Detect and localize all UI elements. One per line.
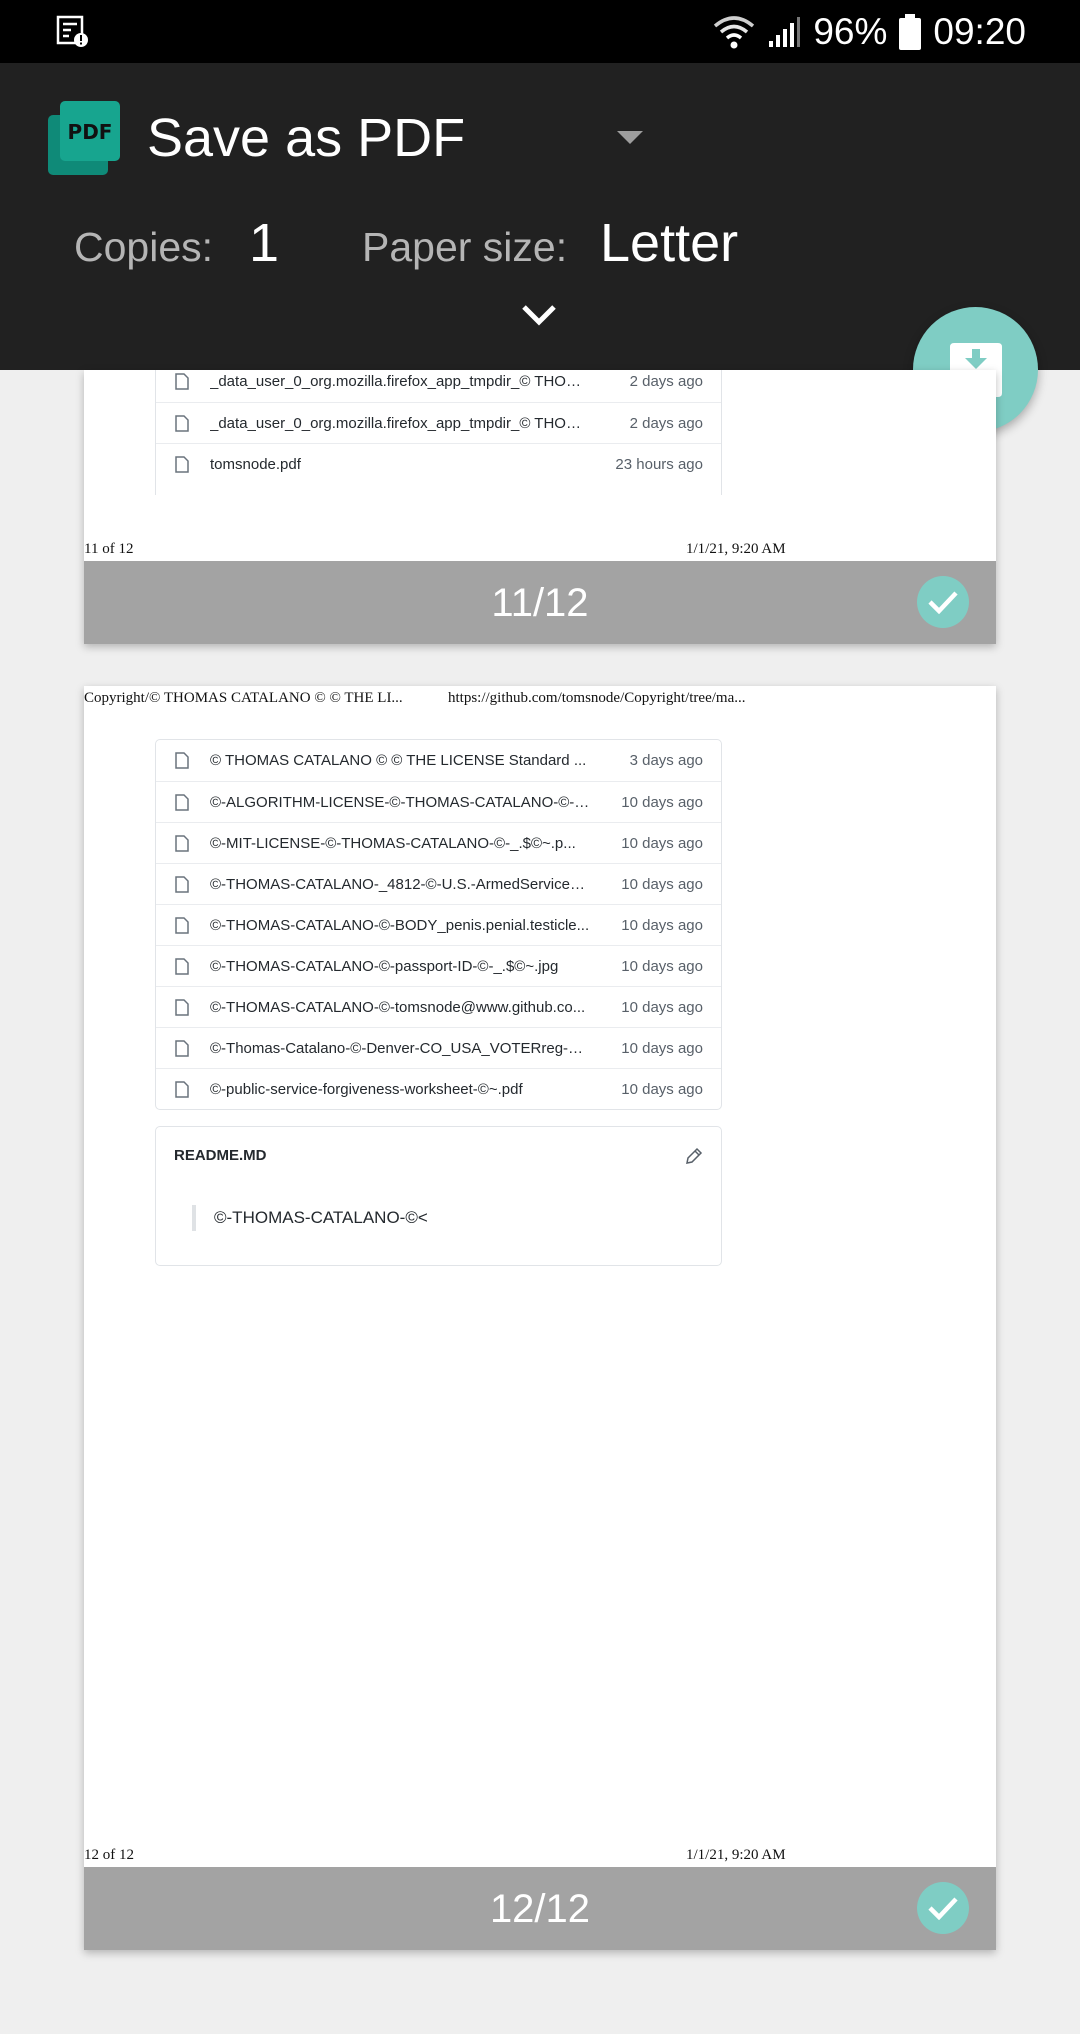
readme-quote: ©-THOMAS-CATALANO-©< <box>192 1205 428 1231</box>
table-row: ©-THOMAS-CATALANO-©-tomsnode@www.github.… <box>156 986 721 1027</box>
file-date: 3 days ago <box>629 752 703 769</box>
file-date: 2 days ago <box>629 415 703 432</box>
file-name: ©-public-service-forgiveness-worksheet-©… <box>210 1081 523 1098</box>
file-name: ©-THOMAS-CATALANO-©-tomsnode@www.github.… <box>210 999 586 1016</box>
file-icon <box>175 794 189 811</box>
svg-text:PDF: PDF <box>68 120 113 144</box>
file-icon <box>175 999 189 1016</box>
file-table: _data_user_0_org.mozilla.firefox_app_tmp… <box>155 370 722 495</box>
notification-alert-icon <box>56 15 88 47</box>
file-name: ©-ALGORITHM-LICENSE-©-THOMAS-CATALANO-©-… <box>210 794 590 811</box>
file-name: ©-MIT-LICENSE-©-THOMAS-CATALANO-©-_.$©~.… <box>210 835 576 852</box>
file-name: ©-Thomas-Catalano-©-Denver-CO_USA_VOTERr… <box>210 1040 590 1057</box>
table-row: ©-THOMAS-CATALANO-©-BODY_penis.penial.te… <box>156 904 721 945</box>
page-selected-checkbox[interactable] <box>917 576 969 628</box>
paper-size-value[interactable]: Letter <box>600 212 738 274</box>
file-table: © THOMAS CATALANO © © THE LICENSE Standa… <box>155 739 722 1110</box>
page-selected-checkbox[interactable] <box>917 1882 969 1934</box>
chevron-down-icon[interactable] <box>520 303 558 327</box>
print-options-header: PDF Save as PDF Copies: 1 Paper size: Le… <box>0 63 1080 370</box>
readme-box: README.MD ©-THOMAS-CATALANO-©< <box>155 1126 722 1266</box>
file-icon <box>175 958 189 975</box>
file-icon <box>175 415 189 432</box>
page-preview-11[interactable]: _data_user_0_org.mozilla.firefox_app_tmp… <box>84 370 996 644</box>
file-icon <box>175 752 189 769</box>
table-row: ©-public-service-forgiveness-worksheet-©… <box>156 1068 721 1109</box>
paper-size-label: Paper size: <box>362 224 568 270</box>
file-icon <box>175 876 189 893</box>
battery-icon <box>899 14 922 50</box>
readme-title: README.MD <box>174 1147 267 1164</box>
page-number: 12/12 <box>489 1887 591 1931</box>
file-date: 10 days ago <box>621 999 703 1016</box>
page-footer-date: 1/1/21, 9:20 AM <box>686 541 786 557</box>
file-icon <box>175 456 189 473</box>
page-number: 11/12 <box>491 581 589 625</box>
page-header-title: Copyright/© THOMAS CATALANO © © THE LI..… <box>84 690 403 706</box>
check-icon <box>928 1897 958 1920</box>
table-row: _data_user_0_org.mozilla.firefox_app_tmp… <box>156 402 721 443</box>
file-date: 10 days ago <box>621 1081 703 1098</box>
status-bar: 96% 09:20 <box>0 0 1080 63</box>
check-icon <box>928 591 958 614</box>
file-icon <box>175 1081 189 1098</box>
printer-name[interactable]: Save as PDF <box>147 107 465 169</box>
file-icon <box>175 1040 189 1057</box>
copies-label: Copies: <box>74 224 214 270</box>
wifi-icon <box>714 16 755 49</box>
file-name: ©-THOMAS-CATALANO-©-passport-ID-©-_.$©~.… <box>210 958 559 975</box>
table-row: © THOMAS CATALANO © © THE LICENSE Standa… <box>156 740 721 781</box>
table-row: _data_user_0_org.mozilla.firefox_app_tmp… <box>156 370 721 402</box>
file-date: 23 hours ago <box>615 456 703 473</box>
file-name: _data_user_0_org.mozilla.firefox_app_tmp… <box>210 373 590 390</box>
page-number-bar: 12/12 <box>84 1867 996 1950</box>
page-footer-count: 11 of 12 <box>84 541 134 557</box>
printer-dropdown-icon[interactable] <box>617 131 643 144</box>
page-footer-count: 12 of 12 <box>84 1847 134 1863</box>
file-icon <box>175 917 189 934</box>
file-name: ©-THOMAS-CATALANO-©-BODY_penis.penial.te… <box>210 917 590 934</box>
file-date: 10 days ago <box>621 876 703 893</box>
page-preview-12[interactable]: Copyright/© THOMAS CATALANO © © THE LI..… <box>84 686 996 1950</box>
table-row: ©-ALGORITHM-LICENSE-©-THOMAS-CATALANO-©-… <box>156 781 721 822</box>
file-date: 10 days ago <box>621 835 703 852</box>
file-name: _data_user_0_org.mozilla.firefox_app_tmp… <box>210 415 590 432</box>
page-number-bar: 11/12 <box>84 561 996 644</box>
file-name: ©-THOMAS-CATALANO-_4812-©-U.S.-ArmedServ… <box>210 876 590 893</box>
file-name: tomsnode.pdf <box>210 456 301 473</box>
copies-value[interactable]: 1 <box>249 212 279 274</box>
table-row: ©-THOMAS-CATALANO-_4812-©-U.S.-ArmedServ… <box>156 863 721 904</box>
file-date: 10 days ago <box>621 917 703 934</box>
page-header-url: https://github.com/tomsnode/Copyright/tr… <box>448 690 746 706</box>
file-date: 10 days ago <box>621 794 703 811</box>
signal-icon <box>769 17 801 47</box>
table-row: ©-Thomas-Catalano-©-Denver-CO_USA_VOTERr… <box>156 1027 721 1068</box>
pencil-icon <box>686 1147 703 1164</box>
file-date: 10 days ago <box>621 1040 703 1057</box>
table-row: tomsnode.pdf 23 hours ago <box>156 443 721 484</box>
file-date: 10 days ago <box>621 958 703 975</box>
file-icon <box>175 373 189 390</box>
pdf-printer-logo-icon: PDF <box>48 101 120 175</box>
clock: 09:20 <box>933 11 1026 52</box>
file-icon <box>175 835 189 852</box>
table-row: ©-THOMAS-CATALANO-©-passport-ID-©-_.$©~.… <box>156 945 721 986</box>
file-name: © THOMAS CATALANO © © THE LICENSE Standa… <box>210 752 587 769</box>
page-footer-date: 1/1/21, 9:20 AM <box>686 1847 786 1863</box>
table-row: ©-MIT-LICENSE-©-THOMAS-CATALANO-©-_.$©~.… <box>156 822 721 863</box>
battery-percentage: 96% <box>813 11 888 52</box>
file-date: 2 days ago <box>629 373 703 390</box>
